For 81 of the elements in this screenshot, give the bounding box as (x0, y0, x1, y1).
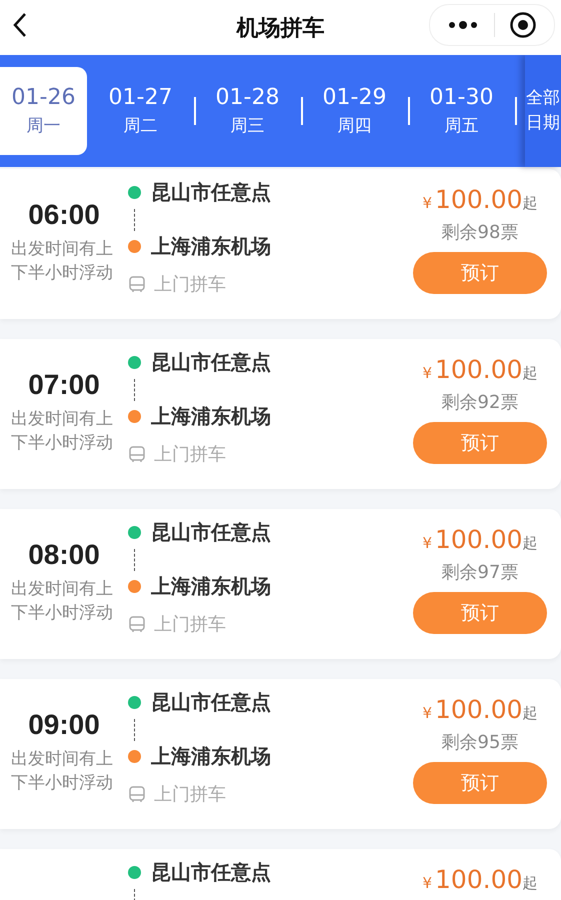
close-icon[interactable] (509, 11, 537, 39)
bus-icon (128, 615, 146, 633)
origin-dot (128, 526, 141, 538)
time-note: 出发时间有上下半小时浮动 (11, 238, 114, 285)
book-button[interactable]: 预订 (413, 762, 547, 804)
trip-card[interactable]: 06:00 出发时间有上下半小时浮动 昆山市任意点 上海浦东机场 上门拼车 ¥100.00起 剩余98票 预订 (0, 169, 561, 319)
currency-sign: ¥ (422, 364, 432, 382)
departure-time: 09:00 (28, 709, 100, 741)
destination-dot (128, 580, 141, 592)
currency-sign: ¥ (422, 194, 432, 212)
destination: 上海浦东机场 (151, 742, 271, 770)
bus-icon (128, 445, 146, 463)
origin: 昆山市任意点 (151, 348, 271, 376)
trip-card[interactable]: 08:00 出发时间有上下半小时浮动 昆山市任意点 上海浦东机场 上门拼车 ¥100.00起 剩余97票 预订 (0, 509, 561, 659)
service-type: 上门拼车 (154, 443, 226, 466)
remaining-tickets: 剩余95票 (442, 731, 518, 754)
date-tab[interactable]: 01-27 周二 (97, 67, 184, 155)
origin-dot (128, 356, 141, 368)
date-tab[interactable]: 01-29 周四 (311, 67, 398, 155)
price: 100.00 (435, 355, 523, 384)
page-title: 机场拼车 (236, 14, 324, 42)
remaining-tickets: 剩余98票 (442, 221, 518, 244)
tab-date: 01-28 (216, 85, 280, 110)
price: 100.00 (435, 185, 523, 214)
remaining-tickets: 剩余92票 (442, 391, 518, 414)
price: 100.00 (435, 865, 523, 894)
currency-sign: ¥ (422, 534, 432, 552)
origin-dot (128, 696, 141, 708)
origin-dot (128, 866, 141, 878)
origin: 昆山市任意点 (151, 688, 271, 716)
origin: 昆山市任意点 (151, 178, 271, 206)
date-tab[interactable]: 01-28 周三 (204, 67, 291, 155)
tab-weekday: 周五 (444, 115, 478, 137)
tab-weekday: 周四 (338, 115, 372, 137)
trip-card[interactable]: 09:00 出发时间有上下半小时浮动 昆山市任意点 上海浦东机场 上门拼车 ¥100.00起 剩余95票 预订 (0, 679, 561, 829)
tab-date: 01-30 (430, 85, 494, 110)
price-suffix: 起 (522, 704, 538, 723)
price-suffix: 起 (522, 534, 538, 553)
tab-weekday: 周三 (230, 115, 264, 137)
departure-time: 08:00 (28, 539, 100, 571)
bus-icon (128, 785, 146, 803)
origin-dot (128, 186, 141, 198)
tab-weekday: 周二 (124, 115, 158, 137)
departure-time: 07:00 (28, 369, 100, 401)
destination: 上海浦东机场 (151, 572, 271, 600)
date-tab[interactable]: 01-30 周五 (418, 67, 505, 155)
destination: 上海浦东机场 (151, 232, 271, 260)
price-suffix: 起 (522, 364, 538, 383)
tab-date: 01-29 (322, 85, 386, 110)
trip-card[interactable]: 07:00 出发时间有上下半小时浮动 昆山市任意点 上海浦东机场 上门拼车 ¥100.00起 剩余92票 预订 (0, 339, 561, 489)
time-note: 出发时间有上下半小时浮动 (11, 748, 114, 795)
destination: 上海浦东机场 (151, 402, 271, 430)
tab-date: 01-27 (108, 85, 172, 110)
more-icon[interactable] (448, 20, 478, 30)
trip-card[interactable]: 昆山市任意点 ¥100.00起 (0, 849, 561, 900)
destination-dot (128, 750, 141, 762)
tab-date: 01-26 (12, 85, 76, 110)
all-dates-button[interactable]: 全部日期 (525, 55, 561, 167)
book-button[interactable]: 预订 (413, 422, 547, 464)
time-note: 出发时间有上下半小时浮动 (11, 408, 114, 455)
date-tab[interactable]: 01-26 周一 (0, 67, 87, 155)
origin: 昆山市任意点 (151, 858, 271, 886)
currency-sign: ¥ (422, 704, 432, 722)
destination-dot (128, 240, 141, 252)
book-button[interactable]: 预订 (413, 592, 547, 634)
service-type: 上门拼车 (154, 613, 226, 636)
tab-weekday: 周一 (26, 115, 60, 137)
destination-dot (128, 410, 141, 422)
remaining-tickets: 剩余97票 (442, 561, 518, 584)
departure-time: 06:00 (28, 199, 100, 231)
book-button[interactable]: 预订 (413, 252, 547, 294)
price-suffix: 起 (522, 874, 538, 893)
price: 100.00 (435, 695, 523, 724)
time-note: 出发时间有上下半小时浮动 (11, 578, 114, 625)
service-type: 上门拼车 (154, 273, 226, 296)
origin: 昆山市任意点 (151, 518, 271, 546)
currency-sign: ¥ (422, 874, 432, 892)
bus-icon (128, 275, 146, 293)
price: 100.00 (435, 525, 523, 554)
service-type: 上门拼车 (154, 783, 226, 806)
price-suffix: 起 (522, 194, 538, 213)
